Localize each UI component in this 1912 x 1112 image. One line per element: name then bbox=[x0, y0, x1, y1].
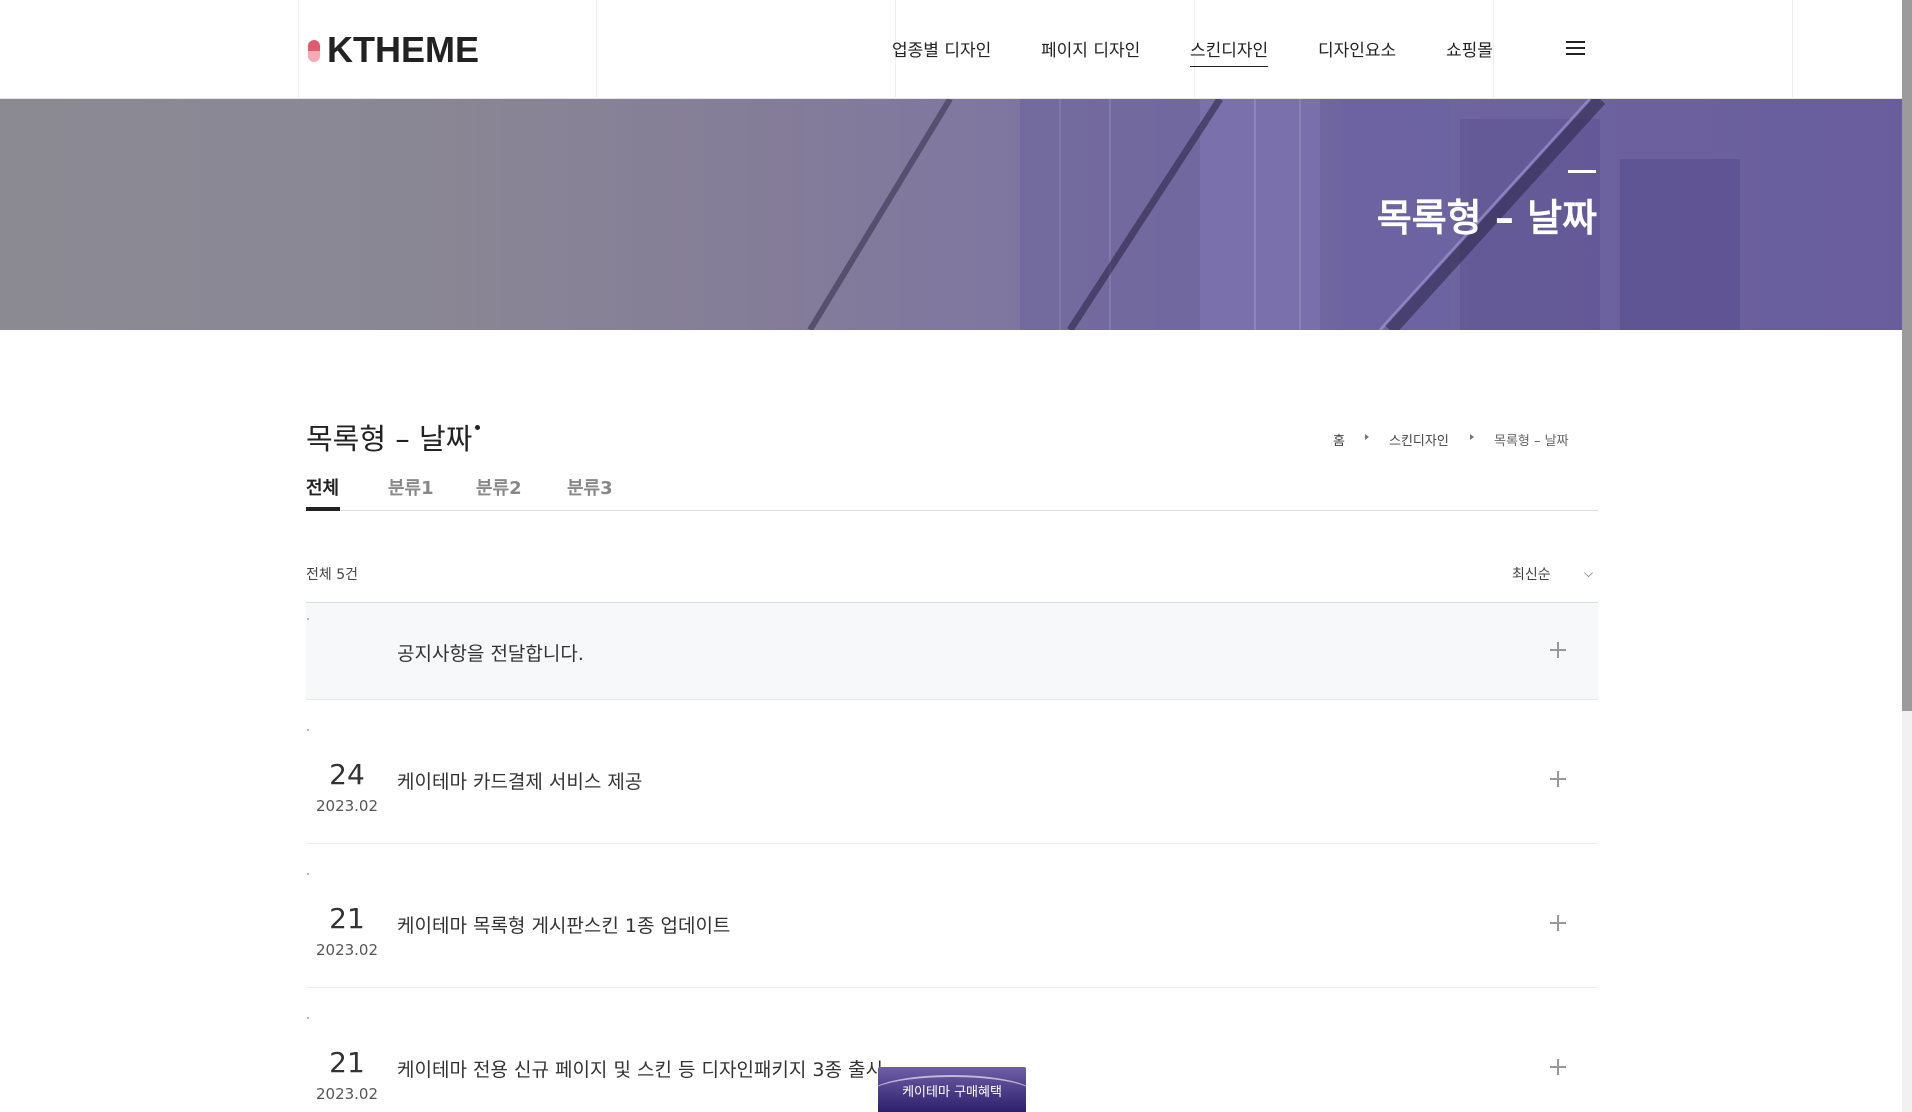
row-year-month: 2023.02 bbox=[315, 797, 379, 815]
row-title[interactable]: 케이테마 전용 신규 페이지 및 스킨 등 디자인패키지 3종 출시 bbox=[397, 1055, 883, 1082]
nav-item-industry-design[interactable]: 업종별 디자인 bbox=[892, 36, 991, 61]
hero-banner: 목록형 – 날짜 bbox=[0, 99, 1902, 330]
nav-item-skin-design[interactable]: 스킨디자인 bbox=[1190, 36, 1268, 61]
hero-title: 목록형 – 날짜 bbox=[1376, 196, 1597, 240]
row-day: 21 bbox=[329, 902, 365, 935]
row-year-month: 2023.02 bbox=[315, 941, 379, 959]
row-title[interactable]: 공지사항을 전달합니다. bbox=[397, 639, 584, 666]
chevron-down-icon[interactable]: ⌵ bbox=[1584, 566, 1593, 581]
board-title: 목록형 – 날짜 bbox=[306, 416, 481, 458]
site-logo[interactable]: KTHEME bbox=[308, 29, 479, 70]
plus-icon[interactable] bbox=[1550, 1059, 1566, 1075]
active-tab-indicator bbox=[306, 507, 340, 511]
nav-item-shopping-mall[interactable]: 쇼핑몰 bbox=[1446, 36, 1493, 61]
sort-select[interactable]: 최신순 bbox=[1512, 564, 1551, 584]
breadcrumb-separator-icon bbox=[1470, 434, 1474, 440]
row-title[interactable]: 케이테마 목록형 게시판스킨 1종 업데이트 bbox=[397, 911, 730, 938]
hamburger-menu-icon[interactable] bbox=[1566, 41, 1585, 55]
hero-background-graphic bbox=[807, 99, 1902, 330]
category-tabs: 전체 분류1 분류2 분류3 bbox=[306, 474, 1598, 511]
breadcrumb-separator-icon bbox=[1365, 434, 1369, 440]
logo-text: KTHEME bbox=[327, 29, 479, 70]
logo-mark-icon bbox=[308, 40, 320, 62]
scrollbar-thumb[interactable] bbox=[1902, 0, 1912, 711]
breadcrumb-skin-design[interactable]: 스킨디자인 bbox=[1389, 430, 1449, 449]
purchase-benefit-button[interactable]: 케이테마 구매혜택 bbox=[878, 1067, 1026, 1112]
list-row[interactable]: 21 2023.02 케이테마 목록형 게시판스킨 1종 업데이트 bbox=[306, 845, 1598, 988]
row-year-month: 2023.02 bbox=[315, 1085, 379, 1103]
row-title[interactable]: 케이테마 카드결제 서비스 제공 bbox=[397, 767, 642, 794]
tab-category-1[interactable]: 분류1 bbox=[388, 474, 434, 500]
plus-icon[interactable] bbox=[1550, 642, 1566, 658]
row-day: 24 bbox=[329, 758, 365, 791]
hero-title-dash bbox=[1568, 170, 1596, 173]
nav-item-design-elements[interactable]: 디자인요소 bbox=[1318, 36, 1396, 61]
breadcrumb-current: 목록형 – 날짜 bbox=[1494, 434, 1569, 449]
notice-row[interactable]: 공지사항을 전달합니다. bbox=[306, 603, 1598, 700]
plus-icon[interactable] bbox=[1550, 771, 1566, 787]
tab-category-2[interactable]: 분류2 bbox=[476, 474, 522, 500]
row-day: 21 bbox=[329, 1046, 365, 1079]
nav-item-page-design[interactable]: 페이지 디자인 bbox=[1041, 36, 1140, 61]
plus-icon[interactable] bbox=[1550, 915, 1566, 931]
tab-category-3[interactable]: 분류3 bbox=[567, 474, 613, 500]
list-row[interactable]: 24 2023.02 케이테마 카드결제 서비스 제공 bbox=[306, 701, 1598, 844]
title-dot-icon bbox=[475, 425, 481, 430]
purchase-benefit-label: 케이테마 구매혜택 bbox=[902, 1085, 1002, 1100]
board-title-text: 목록형 – 날짜 bbox=[306, 422, 473, 456]
breadcrumb-home[interactable]: 홈 bbox=[1333, 430, 1345, 449]
total-count: 전체 5건 bbox=[306, 567, 358, 583]
tab-all[interactable]: 전체 bbox=[306, 474, 340, 511]
tab-all-label: 전체 bbox=[306, 478, 340, 499]
site-header: KTHEME 업종별 디자인 페이지 디자인 스킨디자인 디자인요소 쇼핑몰 bbox=[0, 0, 1902, 99]
page: KTHEME 업종별 디자인 페이지 디자인 스킨디자인 디자인요소 쇼핑몰 목… bbox=[0, 0, 1912, 1112]
